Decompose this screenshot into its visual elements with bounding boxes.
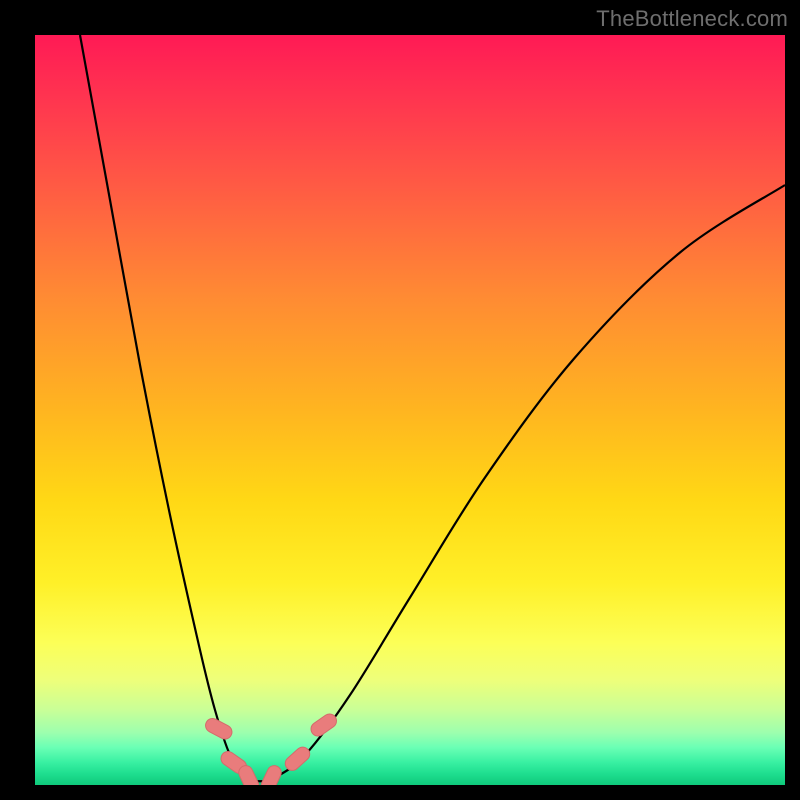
curve-marker xyxy=(259,763,284,785)
bottleneck-curve xyxy=(80,35,785,781)
curve-marker xyxy=(282,744,312,773)
plot-area xyxy=(35,35,785,785)
curve-marker xyxy=(308,711,339,739)
chart-frame: TheBottleneck.com xyxy=(0,0,800,800)
curve-svg xyxy=(35,35,785,785)
curve-markers xyxy=(203,711,339,785)
watermark-text: TheBottleneck.com xyxy=(596,6,788,32)
